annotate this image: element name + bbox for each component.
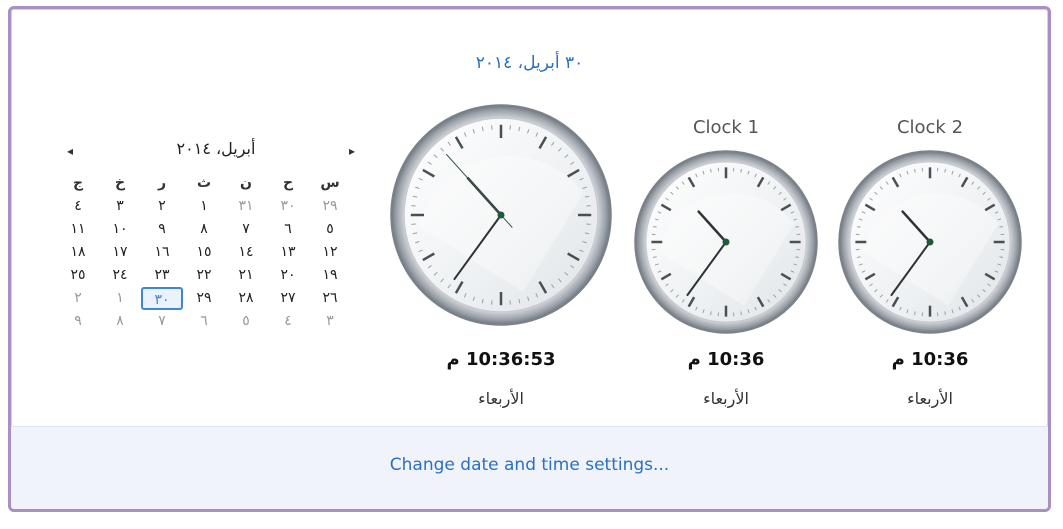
flyout-footer: Change date and time settings... (11, 426, 1048, 509)
calendar-day[interactable]: ٧ (141, 310, 183, 333)
clock1-day: الأربعاء (703, 389, 749, 408)
clock-center-hub (926, 238, 934, 246)
calendar-day[interactable]: ١٥ (183, 241, 225, 264)
clock-center-hub (497, 211, 505, 219)
calendar-day[interactable]: ٨ (183, 218, 225, 241)
calendar-day[interactable]: ١٣ (267, 241, 309, 264)
calendar-day[interactable]: ٢٩ (309, 195, 351, 218)
calendar-day[interactable]: ٣ (309, 310, 351, 333)
calendar-day[interactable]: ١٤ (225, 241, 267, 264)
calendar-day[interactable]: ١٠ (99, 218, 141, 241)
calendar-day[interactable]: ٧ (225, 218, 267, 241)
weekday-header: ث (196, 175, 212, 191)
weekday-header: ج (72, 175, 84, 191)
calendar-day[interactable]: ١٢ (309, 241, 351, 264)
clock2-day: الأربعاء (907, 389, 953, 408)
calendar-day[interactable]: ٦ (267, 218, 309, 241)
calendar-day[interactable]: ٥ (309, 218, 351, 241)
calendar-day[interactable]: ٦ (183, 310, 225, 333)
calendar-day[interactable]: ٢٥ (57, 264, 99, 287)
calendar-day[interactable]: ١٨ (57, 241, 99, 264)
local-clock-day: الأربعاء (478, 389, 524, 408)
clock1-label: Clock 1 (692, 117, 760, 138)
calendar-day[interactable]: ٣٠ (267, 195, 309, 218)
local-clock-time: 10:36:53 م (446, 349, 556, 370)
weekday-header: خ (114, 175, 126, 191)
clock1 (633, 149, 819, 339)
clock2-time: 10:36 م (891, 349, 969, 370)
calendar-day[interactable]: ١١ (57, 218, 99, 241)
calendar-day[interactable]: ٢٨ (225, 287, 267, 310)
analog-clock-face-1 (634, 150, 818, 334)
calendar-day[interactable]: ١٩ (309, 264, 351, 287)
calendar-grid: س ح ن ث ر خ ج ٢٩ ٣٠ ٣١ ١ ٢ ٣ ٤ ٥ ٦ ٧ ٨ ٩ ١٠ ١١ ١٢ ١٣ ١٤ ١٥ ١٦ ١٧ ١٨… (57, 172, 351, 333)
calendar-day[interactable]: ٢١ (225, 264, 267, 287)
calendar-day[interactable]: ٩ (141, 218, 183, 241)
analog-clock-face-2 (838, 150, 1022, 334)
calendar-day[interactable]: ١٧ (99, 241, 141, 264)
change-date-time-settings-link[interactable]: Change date and time settings... (11, 455, 1048, 475)
calendar-day[interactable]: ٢٤ (99, 264, 141, 287)
calendar-day[interactable]: ١ (183, 195, 225, 218)
weekday-header: ن (240, 175, 252, 191)
analog-clock-face-local (390, 104, 612, 326)
calendar-day[interactable]: ٤ (267, 310, 309, 333)
weekday-header: س (320, 175, 340, 191)
calendar-month-title[interactable]: أبريل، ٢٠١٤ (101, 139, 331, 158)
prev-month-icon[interactable]: ◂ (61, 141, 79, 161)
calendar-day[interactable]: ٣١ (225, 195, 267, 218)
local-clock (389, 103, 613, 331)
calendar-day[interactable]: ٥ (225, 310, 267, 333)
clock2 (837, 149, 1023, 339)
calendar-day[interactable]: ٨ (99, 310, 141, 333)
calendar-day[interactable]: ٢ (141, 195, 183, 218)
calendar-day[interactable]: ٢٢ (183, 264, 225, 287)
calendar-day[interactable]: ٤ (57, 195, 99, 218)
clock-center-hub (722, 238, 730, 246)
calendar-day[interactable]: ٢٩ (183, 287, 225, 310)
calendar-day[interactable]: ٢ (57, 287, 99, 310)
weekday-header: ح (282, 175, 294, 191)
calendar-day[interactable]: ٢٠ (267, 264, 309, 287)
calendar-day[interactable]: ٣ (99, 195, 141, 218)
clock-calendar-flyout: ٣٠ أبريل، ٢٠١٤ ◂ أبريل، ٢٠١٤ ▸ س ح ن ث ر خ ج ٢٩… (8, 6, 1051, 512)
calendar-day[interactable]: ٩ (57, 310, 99, 333)
clock1-time: 10:36 م (687, 349, 765, 370)
clock2-label: Clock 2 (896, 117, 964, 138)
calendar-day-today[interactable]: ٣٠ (141, 287, 183, 310)
calendar-day[interactable]: ١ (99, 287, 141, 310)
calendar-day[interactable]: ١٦ (141, 241, 183, 264)
header-date-link[interactable]: ٣٠ أبريل، ٢٠١٤ (11, 53, 1048, 73)
weekday-header: ر (157, 175, 167, 191)
next-month-icon[interactable]: ▸ (343, 141, 361, 161)
calendar-day[interactable]: ٢٧ (267, 287, 309, 310)
calendar-day[interactable]: ٢٦ (309, 287, 351, 310)
calendar-day[interactable]: ٢٣ (141, 264, 183, 287)
